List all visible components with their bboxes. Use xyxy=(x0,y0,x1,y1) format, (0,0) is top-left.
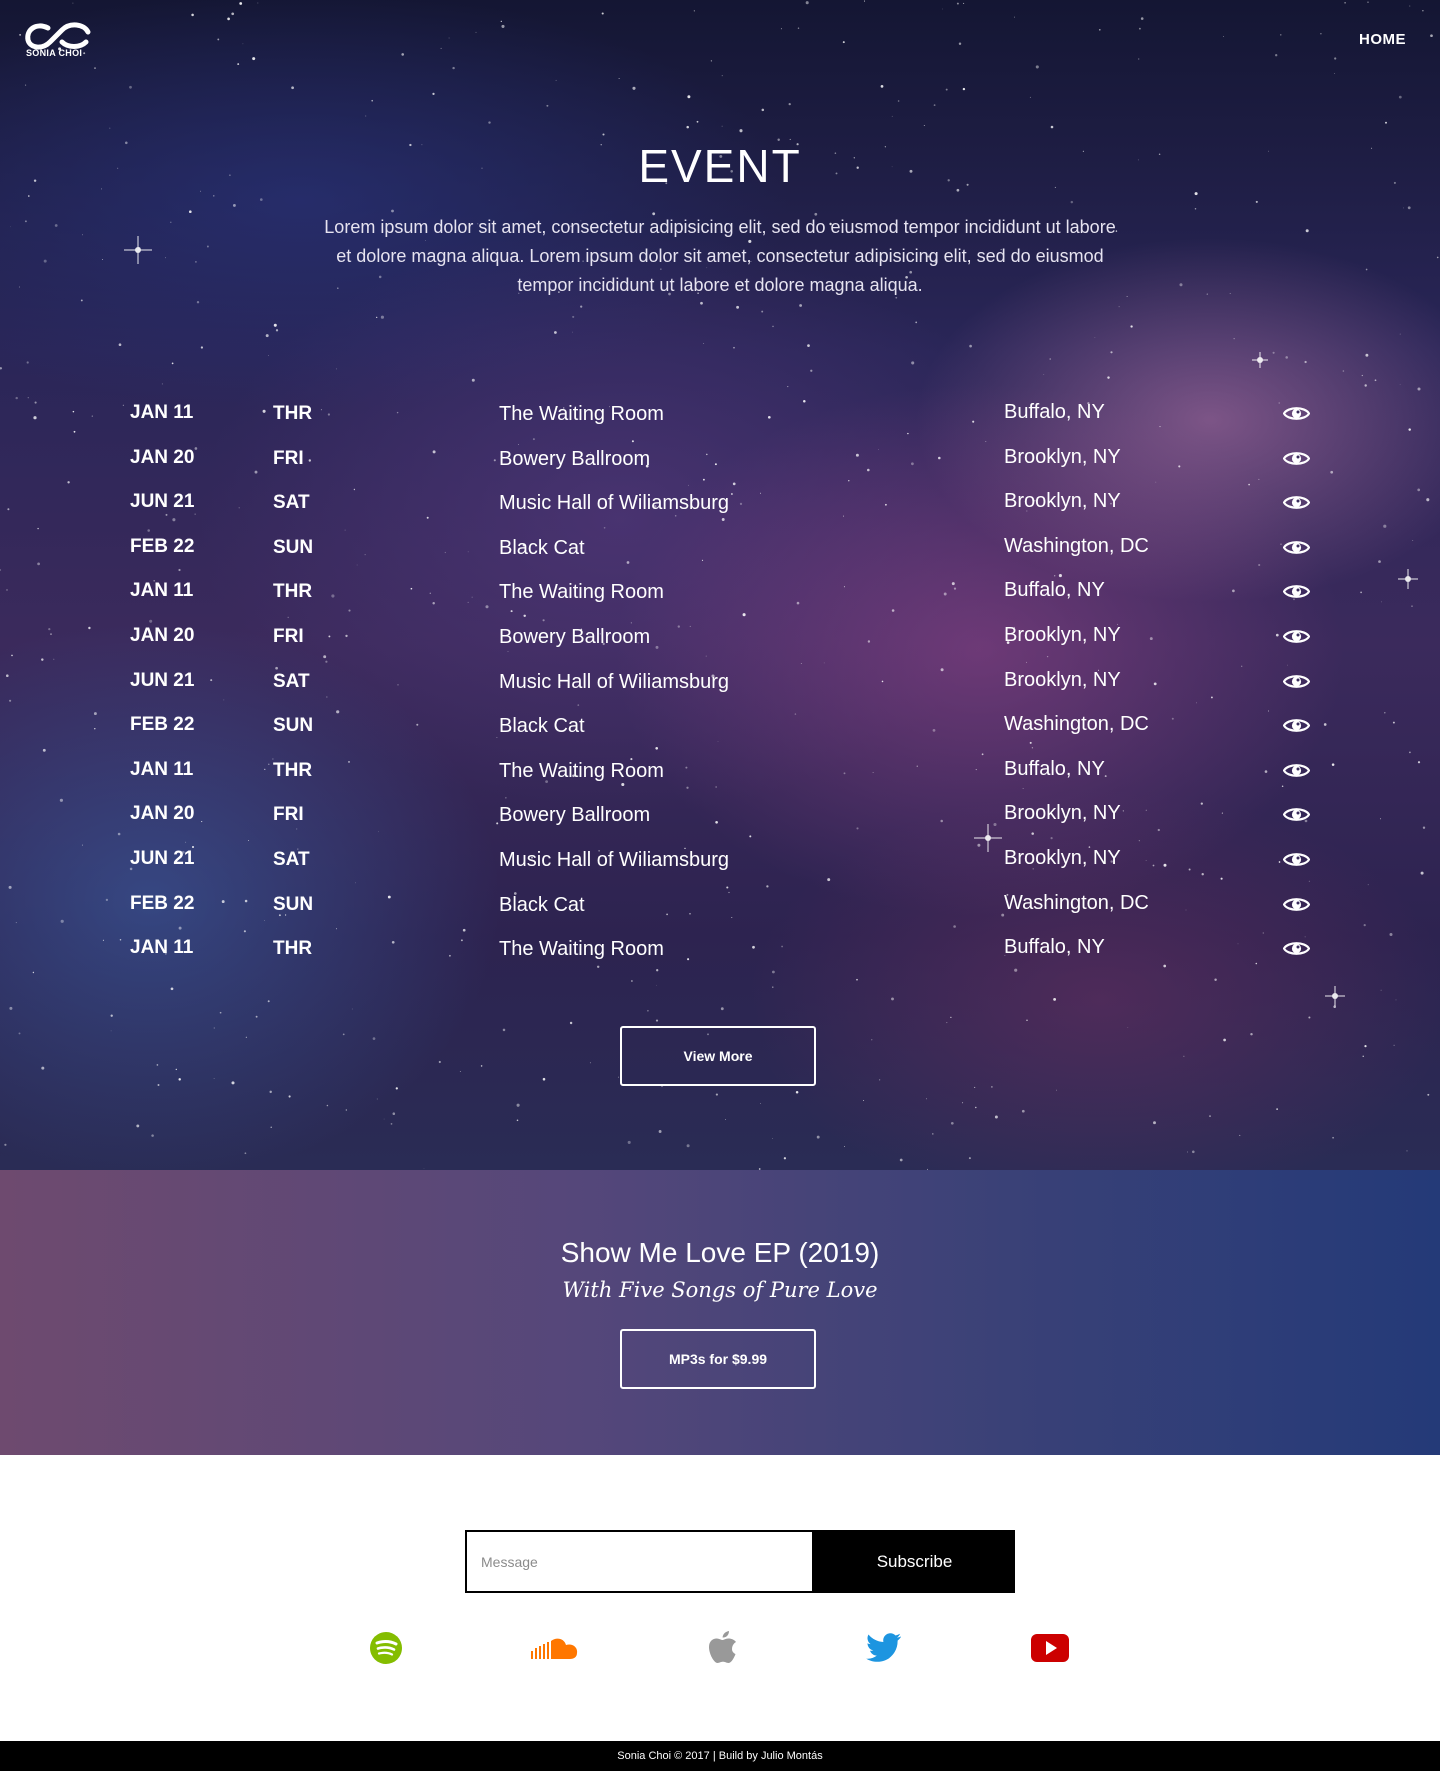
event-row: JAN 11 THR The Waiting Room Buffalo, NY xyxy=(0,750,1440,795)
event-city: Brooklyn, NY xyxy=(1004,668,1121,691)
eye-icon[interactable] xyxy=(1282,627,1311,646)
event-date: JAN 11 xyxy=(130,758,194,780)
event-date: JUN 21 xyxy=(130,669,195,691)
event-day: SAT xyxy=(273,848,310,870)
event-day: SAT xyxy=(273,670,310,692)
eye-icon[interactable] xyxy=(1282,449,1311,468)
eye-icon[interactable] xyxy=(1282,538,1311,557)
eye-icon[interactable] xyxy=(1282,761,1311,780)
event-venue: Black Cat xyxy=(499,536,585,559)
event-day: THR xyxy=(273,759,313,781)
event-day: THR xyxy=(273,938,313,960)
event-city: Washington, DC xyxy=(1004,891,1149,914)
event-date: JAN 20 xyxy=(130,446,195,468)
event-city: Buffalo, NY xyxy=(1004,757,1105,780)
twitter-icon[interactable] xyxy=(866,1628,902,1668)
event-date: JUN 21 xyxy=(130,847,195,869)
event-city: Washington, DC xyxy=(1004,534,1149,557)
event-row: JAN 11 THR The Waiting Room Buffalo, NY xyxy=(0,571,1440,616)
event-row: FEB 22 SUN Black Cat Washington, DC xyxy=(0,527,1440,572)
youtube-icon[interactable] xyxy=(1031,1628,1069,1668)
event-venue: Music Hall of Wiliamsburg xyxy=(499,848,730,871)
subscribe-button[interactable]: Subscribe xyxy=(814,1530,1015,1593)
logo-text: SONIA CHOI xyxy=(26,48,83,58)
event-day: SUN xyxy=(273,715,314,737)
event-list: JAN 11 THR The Waiting Room Buffalo, NY JAN … xyxy=(0,393,1440,973)
event-venue: Music Hall of Wiliamsburg xyxy=(499,670,730,693)
event-city: Brooklyn, NY xyxy=(1004,623,1121,646)
event-row: JUN 21 SAT Music Hall of Wiliamsburg Brookl… xyxy=(0,839,1440,884)
event-city: Buffalo, NY xyxy=(1004,936,1105,959)
event-date: JUN 21 xyxy=(130,491,195,513)
event-date: JAN 11 xyxy=(130,402,194,423)
eye-icon[interactable] xyxy=(1282,404,1311,423)
eye-icon[interactable] xyxy=(1282,582,1311,601)
event-date: JAN 20 xyxy=(130,803,195,825)
event-city: Buffalo, NY xyxy=(1004,579,1105,602)
event-date: JAN 11 xyxy=(130,937,194,959)
eye-icon[interactable] xyxy=(1282,493,1311,512)
event-day: FRI xyxy=(273,804,304,826)
event-city: Brooklyn, NY xyxy=(1004,846,1121,869)
event-date: FEB 22 xyxy=(130,892,195,914)
eye-icon[interactable] xyxy=(1282,895,1311,914)
message-input[interactable] xyxy=(465,1530,814,1593)
subscribe-form: Subscribe xyxy=(465,1530,1015,1593)
spotify-icon[interactable] xyxy=(369,1628,403,1668)
ep-section: Show Me Love EP (2019) With Five Songs o… xyxy=(0,1170,1440,1455)
event-row: JAN 20 FRI Bowery Ballroom Brooklyn, NY xyxy=(0,438,1440,483)
event-venue: Bowery Ballroom xyxy=(499,447,651,470)
event-city: Brooklyn, NY xyxy=(1004,490,1121,513)
event-row: JAN 20 FRI Bowery Ballroom Brooklyn, NY xyxy=(0,616,1440,661)
event-hero-section: SONIA CHOI HOME EVENT Lorem ipsum dolor … xyxy=(0,0,1440,1170)
event-date: JAN 11 xyxy=(130,580,194,602)
event-venue: Music Hall of Wiliamsburg xyxy=(499,492,730,515)
event-day: THR xyxy=(273,403,313,424)
event-row: FEB 22 SUN Black Cat Washington, DC xyxy=(0,705,1440,750)
event-city: Brooklyn, NY xyxy=(1004,802,1121,825)
event-venue: The Waiting Room xyxy=(499,403,664,425)
event-venue: The Waiting Room xyxy=(499,581,664,604)
event-row: FEB 22 SUN Black Cat Washington, DC xyxy=(0,884,1440,929)
event-city: Buffalo, NY xyxy=(1004,401,1105,423)
event-venue: Black Cat xyxy=(499,893,585,916)
eye-icon[interactable] xyxy=(1282,672,1311,691)
event-venue: The Waiting Room xyxy=(499,938,664,961)
event-row: JUN 21 SAT Music Hall of Wiliamsburg Brookl… xyxy=(0,661,1440,706)
event-day: SAT xyxy=(273,492,310,514)
event-day: THR xyxy=(273,581,313,603)
event-day: SUN xyxy=(273,536,314,558)
event-date: FEB 22 xyxy=(130,535,195,557)
event-date: JAN 20 xyxy=(130,624,195,646)
footer-credits: Sonia Choi © 2017 | Build by Julio Montá… xyxy=(617,1750,823,1762)
event-venue: Bowery Ballroom xyxy=(499,804,651,827)
event-city: Washington, DC xyxy=(1004,713,1149,736)
event-venue: Bowery Ballroom xyxy=(499,625,651,648)
eye-icon[interactable] xyxy=(1282,716,1311,735)
apple-icon[interactable] xyxy=(707,1628,739,1668)
event-row: JAN 11 THR The Waiting Room Buffalo, NY xyxy=(0,393,1440,438)
event-day: FRI xyxy=(273,625,304,647)
event-day: FRI xyxy=(273,447,304,469)
view-more-button[interactable]: View More xyxy=(620,1026,816,1086)
ep-subtitle: With Five Songs of Pure Love xyxy=(562,1278,878,1302)
event-venue: Black Cat xyxy=(499,715,585,738)
ep-title: Show Me Love EP (2019) xyxy=(560,1237,880,1268)
event-title: EVENT xyxy=(638,140,802,192)
event-row: JAN 20 FRI Bowery Ballroom Brooklyn, NY xyxy=(0,794,1440,839)
eye-icon[interactable] xyxy=(1282,805,1311,824)
eye-icon[interactable] xyxy=(1282,939,1311,958)
eye-icon[interactable] xyxy=(1282,850,1311,869)
buy-mp3-button[interactable]: MP3s for $9.99 xyxy=(620,1329,816,1389)
nav-home-link[interactable]: HOME xyxy=(1359,31,1406,48)
event-date: FEB 22 xyxy=(130,714,195,736)
footer: Sonia Choi © 2017 | Build by Julio Montá… xyxy=(0,1741,1440,1771)
soundcloud-icon[interactable] xyxy=(530,1628,580,1668)
event-day: SUN xyxy=(273,893,314,915)
event-row: JAN 11 THR The Waiting Room Buffalo, NY xyxy=(0,928,1440,973)
event-venue: The Waiting Room xyxy=(499,759,664,782)
event-city: Brooklyn, NY xyxy=(1004,445,1121,468)
event-row: JUN 21 SAT Music Hall of Wiliamsburg Brookl… xyxy=(0,482,1440,527)
event-description: Lorem ipsum dolor sit amet, consectetur … xyxy=(324,217,1116,295)
